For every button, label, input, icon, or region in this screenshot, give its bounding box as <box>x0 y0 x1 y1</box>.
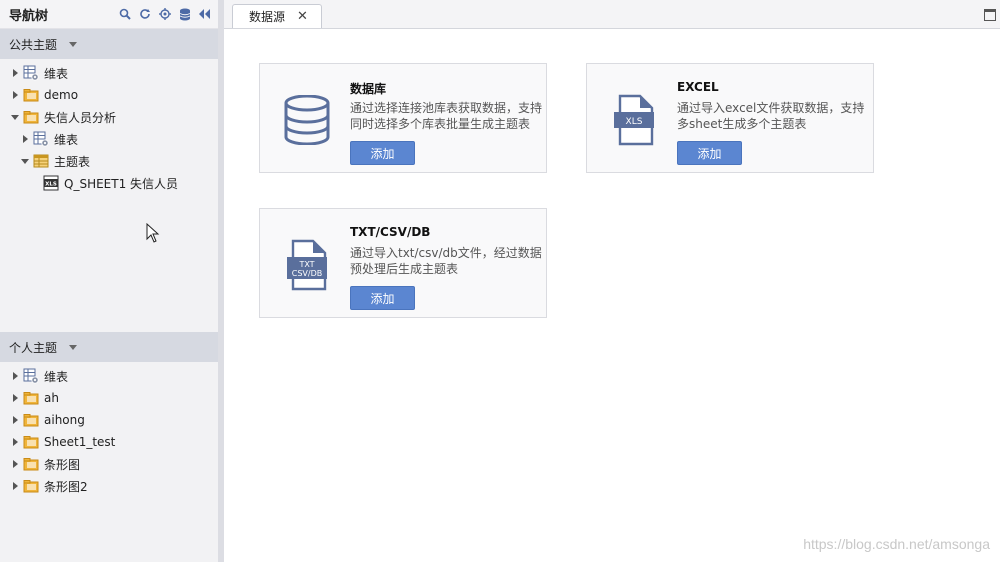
card-txt-csv-db: TXT CSV/DB TXT/CSV/DB 通过导入txt/csv/db文件，经… <box>259 208 547 318</box>
tree-item[interactable]: ah <box>0 387 218 409</box>
tree-item-label: 主题表 <box>54 154 91 169</box>
tree-item[interactable]: XLS Q_SHEET1 失信人员 <box>0 172 218 194</box>
csv-db-icon-text: CSV/DB <box>292 269 322 278</box>
tree-item-label: 维表 <box>54 132 79 147</box>
card-description: 通过选择连接池库表获取数据，支持同时选择多个库表批量生成主题表 <box>350 101 543 131</box>
add-database-button[interactable]: 添加 <box>350 141 415 165</box>
tree-item-label: Q_SHEET1 失信人员 <box>64 176 179 191</box>
folder-icon <box>23 478 39 494</box>
tree-item[interactable]: aihong <box>0 409 218 431</box>
public-section-header[interactable]: 公共主题 <box>0 29 218 59</box>
dimension-table-icon <box>23 368 39 384</box>
folder-icon <box>23 87 39 103</box>
xls-file-icon: XLS <box>43 175 59 191</box>
public-section-title: 公共主题 <box>9 37 58 52</box>
expanded-arrow-icon[interactable] <box>19 155 31 167</box>
tree-item-label: 维表 <box>44 66 69 81</box>
database-icon[interactable] <box>178 7 192 21</box>
folder-icon <box>23 109 39 125</box>
personal-section-header[interactable]: 个人主题 <box>0 332 218 362</box>
collapsed-arrow-icon[interactable] <box>9 370 21 382</box>
refresh-icon[interactable] <box>138 7 152 21</box>
chevron-down-icon[interactable] <box>69 344 78 350</box>
svg-text:XLS: XLS <box>45 182 57 188</box>
tree-item-label: 维表 <box>44 369 69 384</box>
dimension-table-icon <box>33 131 49 147</box>
folder-icon <box>23 434 39 450</box>
xls-file-icon: XLS <box>609 92 659 148</box>
tree-item[interactable]: 主题表 <box>0 150 218 172</box>
tree-item[interactable]: 维表 <box>0 62 218 84</box>
collapsed-arrow-icon[interactable] <box>9 458 21 470</box>
public-tree: 维表 demo 失信人员分析 维表 主题表 XLS Q_SHEET1 失信人员 <box>0 59 218 332</box>
collapsed-arrow-icon[interactable] <box>9 436 21 448</box>
add-excel-button[interactable]: 添加 <box>677 141 742 165</box>
tree-item-label: aihong <box>44 413 85 427</box>
collapsed-arrow-icon[interactable] <box>9 414 21 426</box>
watermark: https://blog.csdn.net/amsonga <box>803 536 990 552</box>
txt-csv-db-file-icon: TXT CSV/DB <box>282 237 332 293</box>
chevron-down-icon[interactable] <box>69 41 78 47</box>
nav-toolbar <box>118 7 212 21</box>
txt-icon-text: TXT <box>298 260 314 269</box>
folder-icon <box>23 390 39 406</box>
nav-header: 导航树 <box>0 0 218 29</box>
card-database: 数据库 通过选择连接池库表获取数据，支持同时选择多个库表批量生成主题表 添加 <box>259 63 547 173</box>
close-icon[interactable]: ✕ <box>297 9 308 24</box>
personal-section-title: 个人主题 <box>9 340 58 355</box>
personal-tree: 维表 ah aihong Sheet1_test 条形图条形图2 <box>0 362 218 497</box>
collapsed-arrow-icon[interactable] <box>9 67 21 79</box>
main-panel: 数据源 ✕ 数据库 通过选择连接池库表获取数据，支持同时选择多个库表批量生成主题… <box>224 0 1000 562</box>
tree-item[interactable]: demo <box>0 84 218 106</box>
card-title: EXCEL <box>677 80 719 94</box>
maximize-icon[interactable] <box>984 9 996 21</box>
folder-icon <box>23 456 39 472</box>
card-description: 通过导入txt/csv/db文件，经过数据预处理后生成主题表 <box>350 246 542 276</box>
dimension-table-icon <box>23 65 39 81</box>
tree-item[interactable]: 条形图2 <box>0 475 218 497</box>
tab-bar: 数据源 ✕ <box>224 0 1000 29</box>
folder-icon <box>23 412 39 428</box>
navigation-sidebar: 导航树 公共主题 维表 demo 失信人员分析 维表 主题表 XLS Q_SHEET1 失信… <box>0 0 218 562</box>
collapsed-arrow-icon[interactable] <box>9 392 21 404</box>
card-excel: XLS EXCEL 通过导入excel文件获取数据，支持多sheet生成多个主题… <box>586 63 874 173</box>
xls-icon-text: XLS <box>626 117 643 127</box>
collapsed-arrow-icon[interactable] <box>9 89 21 101</box>
tree-item-label: 失信人员分析 <box>44 110 117 125</box>
nav-title: 导航树 <box>9 8 49 24</box>
tree-item-label: 条形图 <box>44 457 81 472</box>
tree-item-label: 条形图2 <box>44 479 88 494</box>
tree-item-label: Sheet1_test <box>44 435 116 449</box>
card-title: 数据库 <box>350 82 387 96</box>
tab-label: 数据源 <box>249 10 286 24</box>
tree-item[interactable]: 条形图 <box>0 453 218 475</box>
expanded-arrow-icon[interactable] <box>9 111 21 123</box>
card-description: 通过导入excel文件获取数据，支持多sheet生成多个主题表 <box>677 101 865 131</box>
tree-item[interactable]: 失信人员分析 <box>0 106 218 128</box>
tree-item[interactable]: Sheet1_test <box>0 431 218 453</box>
tree-item-label: ah <box>44 391 59 405</box>
collapsed-arrow-icon[interactable] <box>9 480 21 492</box>
tree-item[interactable]: 维表 <box>0 365 218 387</box>
add-txt-csv-db-button[interactable]: 添加 <box>350 286 415 310</box>
subject-table-icon <box>33 153 49 169</box>
collapse-icon[interactable] <box>198 7 212 21</box>
tree-item[interactable]: 维表 <box>0 128 218 150</box>
tree-item-label: demo <box>44 88 79 102</box>
database-icon <box>282 92 332 148</box>
locate-icon[interactable] <box>158 7 172 21</box>
collapsed-arrow-icon[interactable] <box>19 133 31 145</box>
search-icon[interactable] <box>118 7 132 21</box>
card-title: TXT/CSV/DB <box>350 225 431 239</box>
mouse-cursor-icon <box>146 223 160 243</box>
tab-data-source[interactable]: 数据源 ✕ <box>232 4 322 28</box>
